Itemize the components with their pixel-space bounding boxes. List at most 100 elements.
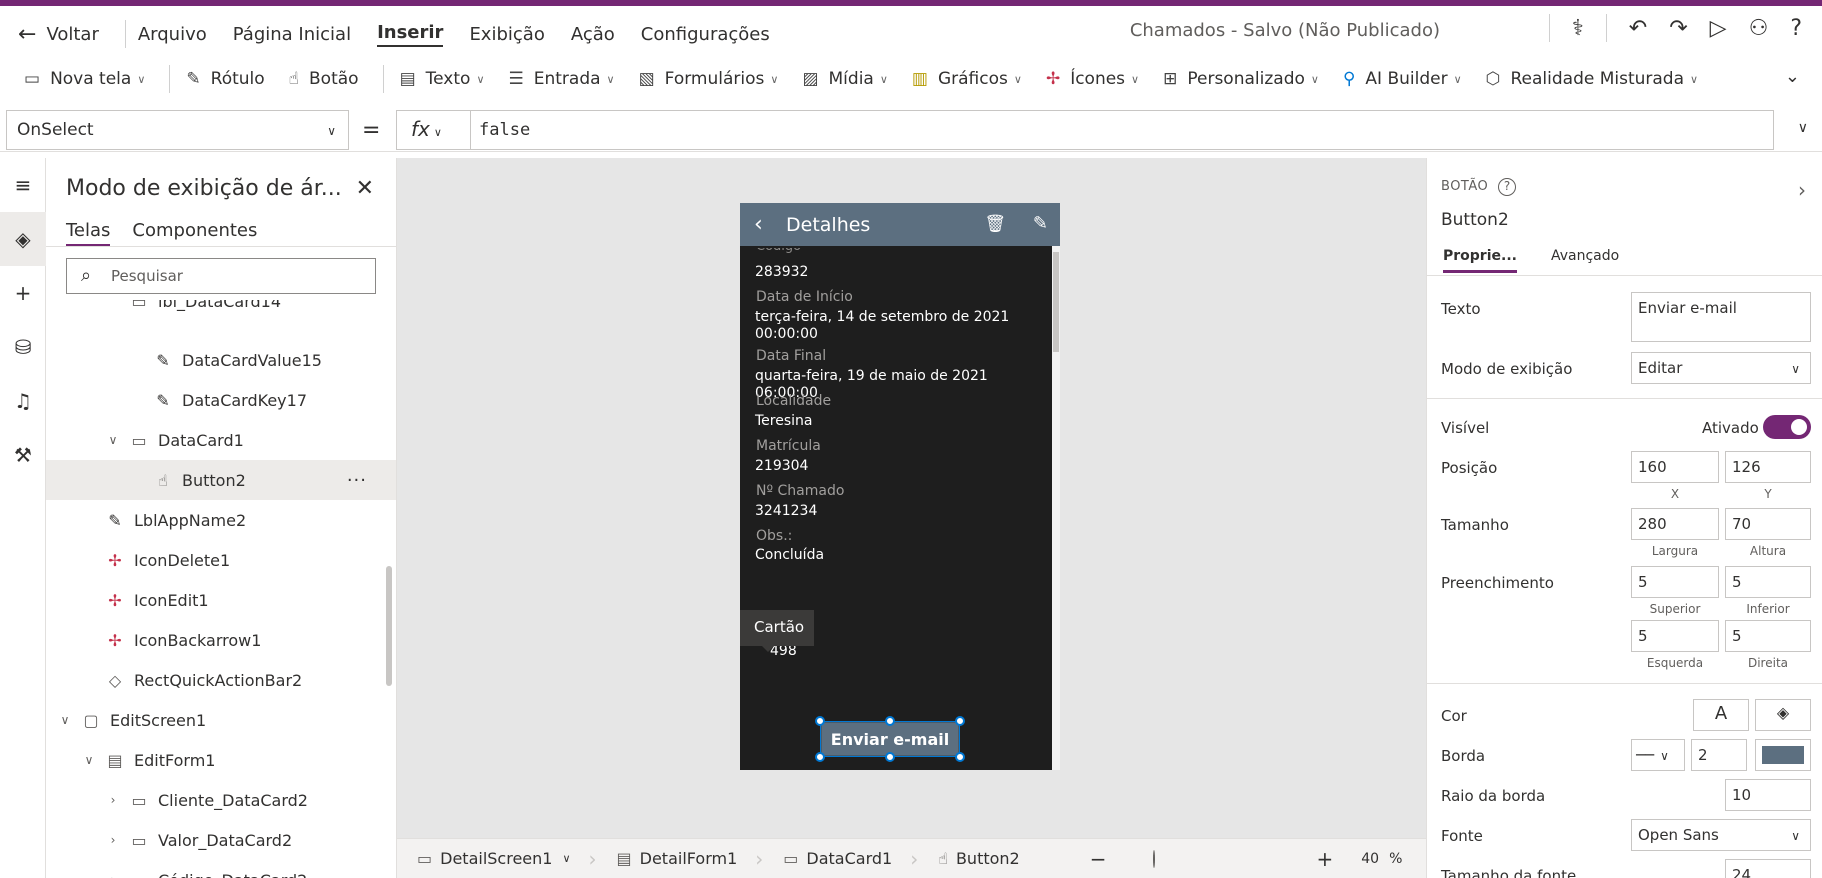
tab-componentes[interactable]: Componentes [132,220,257,246]
resize-handle[interactable] [885,752,895,762]
menu-exibicao[interactable]: Exibição [469,24,544,45]
toolbar-rotulo[interactable]: ✎ Rótulo [186,69,264,89]
toolbar-graficos[interactable]: ▥ Gráficos ∨ [912,69,1022,89]
toolbar-midia[interactable]: ▨ Mídia ∨ [802,69,887,89]
zoom-in-icon[interactable]: + [1317,847,1334,871]
insert-plus-icon[interactable]: + [0,266,46,320]
tree-item[interactable]: ✢ IconDelete1 [46,540,396,580]
design-canvas[interactable]: ‹ Detalhes 🗑 ✎ Código 283932 Data de Iní… [397,158,1426,838]
back-arrow-icon[interactable]: ← [18,22,36,47]
inferior-input[interactable]: 5 [1725,566,1811,598]
modo-exibicao-dropdown[interactable]: Editar ∨ [1631,352,1811,384]
media-icon[interactable]: ♫ [0,374,46,428]
toolbar-realidade-misturada[interactable]: ⬡ Realidade Misturada ∨ [1486,69,1698,89]
border-color-picker[interactable] [1755,739,1811,771]
control-name[interactable]: Button2 [1441,210,1509,230]
toolbar-ai-builder[interactable]: ⚲ AI Builder ∨ [1343,69,1462,89]
play-icon[interactable]: ▷ [1710,16,1727,41]
resize-handle[interactable] [815,716,825,726]
tree-item[interactable]: ✎ LblAppName2 [46,500,396,540]
direita-input[interactable]: 5 [1725,620,1811,652]
text-color-picker[interactable]: A [1693,699,1749,731]
property-dropdown[interactable]: OnSelect ∨ [6,110,349,150]
fonte-dropdown[interactable]: Open Sans ∨ [1631,819,1811,851]
advanced-tools-icon[interactable]: ⚒ [0,428,46,482]
pencil-icon[interactable]: ✎ [1033,213,1048,234]
tamanho-fonte-input[interactable]: 24 [1725,859,1811,878]
tree-item[interactable]: ∨ ▭ DataCard1 [46,420,396,460]
resize-handle[interactable] [955,752,965,762]
tree-item[interactable]: › ▭ Código_DataCard2 [46,860,396,878]
zoom-slider-thumb[interactable] [1152,849,1155,868]
tree-item[interactable]: ✎ DataCardValue15 [46,340,396,380]
toolbar-nova-tela[interactable]: ▭ Nova tela ∨ [24,69,145,89]
expand-chevron-icon[interactable]: ∨ [104,433,122,447]
toolbar-formularios[interactable]: ▧ Formulários ∨ [639,69,779,89]
visivel-toggle[interactable] [1763,415,1811,439]
toolbar-icones[interactable]: ✢ Ícones ∨ [1046,69,1139,89]
superior-input[interactable]: 5 [1631,566,1719,598]
tree-item[interactable]: ▭ lbl_DataCard14 [46,300,396,328]
border-width-input[interactable]: 2 [1691,739,1747,771]
close-icon[interactable]: ✕ [356,176,374,201]
menu-configuracoes[interactable]: Configurações [641,24,770,45]
fx-button[interactable]: fx ∨ [396,110,470,150]
formula-expand-chevron-icon[interactable]: ∨ [1798,120,1808,136]
menu-pagina-inicial[interactable]: Página Inicial [233,24,351,45]
expand-chevron-icon[interactable]: › [104,873,122,878]
back-button[interactable]: Voltar [46,24,98,45]
breadcrumb-detailscreen[interactable]: ▭ DetailScreen1 ∨ [417,849,571,868]
tab-avancado[interactable]: Avançado [1551,248,1619,273]
phone-scrollbar[interactable] [1052,246,1060,770]
more-options-icon[interactable]: ··· [347,470,367,491]
toolbar-personalizado[interactable]: ⊞ Personalizado ∨ [1163,69,1319,89]
resize-handle[interactable] [815,752,825,762]
tree-item[interactable]: › ▭ Cliente_DataCard2 [46,780,396,820]
expand-chevron-icon[interactable]: › [104,833,122,847]
toolbar-botao[interactable]: ☝ Botão [289,69,359,89]
tree-item[interactable]: ☝ Button2 ··· [46,460,396,500]
tab-telas[interactable]: Telas [66,220,111,246]
share-user-icon[interactable]: ⚇ [1749,16,1769,41]
breadcrumb-datacard[interactable]: ▭ DataCard1 [783,849,892,868]
tree-item[interactable]: ✎ DataCardKey17 [46,380,396,420]
data-database-icon[interactable]: ⛁ [0,320,46,374]
resize-handle[interactable] [885,716,895,726]
tab-propriedades[interactable]: Proprie... [1443,248,1517,273]
tree-item[interactable]: › ▭ Valor_DataCard2 [46,820,396,860]
tree-item[interactable]: ∨ ▢ EditScreen1 [46,700,396,740]
toolbar-more-chevron-icon[interactable]: ⌄ [1785,66,1800,87]
search-input[interactable]: ⌕ Pesquisar [66,258,376,294]
tree-item[interactable]: ✢ IconBackarrow1 [46,620,396,660]
trash-icon[interactable]: 🗑 [984,214,1006,234]
tree-item[interactable]: ◇ RectQuickActionBar2 [46,660,396,700]
pos-x-input[interactable]: 160 [1631,451,1719,483]
resize-handle[interactable] [955,716,965,726]
raio-borda-input[interactable]: 10 [1725,779,1811,811]
toolbar-entrada[interactable]: ☰ Entrada ∨ [509,69,615,89]
pos-y-input[interactable]: 126 [1725,451,1811,483]
expand-chevron-icon[interactable]: ∨ [56,713,74,727]
breadcrumb-button[interactable]: ☝ Button2 [938,849,1020,868]
breadcrumb-detailform[interactable]: ▤ DetailForm1 [617,849,738,868]
menu-inserir[interactable]: Inserir [377,22,444,47]
expand-chevron-icon[interactable]: ∨ [80,753,98,767]
border-style-dropdown[interactable]: ── ∨ [1631,739,1685,771]
tree-item[interactable]: ∨ ▤ EditForm1 [46,740,396,780]
texto-input[interactable]: Enviar e-mail [1631,292,1811,342]
toolbar-texto[interactable]: ▤ Texto ∨ [400,69,485,89]
app-checker-icon[interactable]: ⚕ [1572,16,1584,41]
chevron-right-icon[interactable]: › [1798,178,1806,202]
tree-scrollbar[interactable] [386,566,392,686]
fill-color-picker[interactable]: ◈ [1755,699,1811,731]
zoom-out-icon[interactable]: − [1090,847,1107,871]
esquerda-input[interactable]: 5 [1631,620,1719,652]
app-screen-preview[interactable]: ‹ Detalhes 🗑 ✎ Código 283932 Data de Iní… [740,203,1060,770]
redo-icon[interactable]: ↷ [1669,16,1687,41]
menu-acao[interactable]: Ação [571,24,615,45]
undo-icon[interactable]: ↶ [1629,16,1647,41]
formula-input[interactable]: false [470,110,1774,150]
altura-input[interactable]: 70 [1725,508,1811,540]
hamburger-menu-icon[interactable]: ≡ [0,158,46,212]
help-icon[interactable]: ? [1790,16,1802,41]
